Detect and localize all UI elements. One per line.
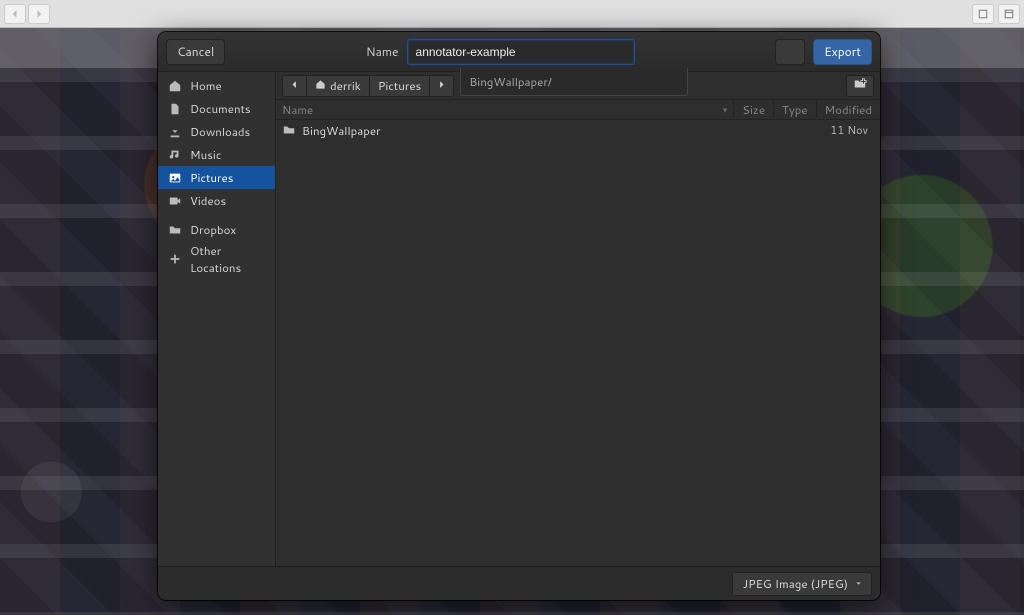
- chevron-left-icon: [289, 77, 300, 94]
- sidebar-item-label: Downloads: [190, 123, 250, 140]
- plus-icon: [168, 252, 182, 266]
- pathbar: derrik Pictures BingWallpaper/: [276, 72, 880, 100]
- sidebar-item-dropbox[interactable]: Dropbox: [158, 218, 275, 241]
- sidebar-item-videos[interactable]: Videos: [158, 189, 275, 212]
- chevron-down-icon: [854, 575, 863, 592]
- home-icon: [168, 79, 182, 93]
- path-back-button[interactable]: [283, 76, 307, 96]
- list-header: Name ▾ Size Type Modified: [276, 100, 880, 120]
- sidebar-item-label: Home: [190, 77, 222, 94]
- format-selector[interactable]: JPEG Image (JPEG): [732, 572, 872, 596]
- column-type[interactable]: Type: [773, 101, 816, 118]
- new-folder-button[interactable]: [846, 75, 874, 97]
- file-list-panel: derrik Pictures BingWallpaper/ Name: [276, 72, 880, 566]
- file-save-dialog: Cancel Name Export Home Documents Downlo…: [158, 32, 880, 600]
- sort-indicator-icon: ▾: [723, 103, 728, 116]
- format-label: JPEG Image (JPEG): [743, 575, 848, 592]
- column-modified[interactable]: Modified: [816, 101, 880, 118]
- sidebar-item-home[interactable]: Home: [158, 74, 275, 97]
- sidebar-item-other-locations[interactable]: Other Locations: [158, 247, 275, 270]
- list-item[interactable]: BingWallpaper 11 Nov: [276, 120, 880, 140]
- path-segment-label: Pictures: [378, 77, 421, 94]
- file-modified: 11 Nov: [830, 122, 874, 138]
- export-button[interactable]: Export: [813, 39, 872, 65]
- cancel-button[interactable]: Cancel: [166, 39, 225, 65]
- sidebar-item-pictures[interactable]: Pictures: [158, 166, 275, 189]
- column-size[interactable]: Size: [733, 101, 773, 118]
- folder-icon: [282, 123, 296, 137]
- window-action-1[interactable]: [972, 4, 994, 24]
- filename-input[interactable]: [407, 39, 635, 65]
- dialog-footer: JPEG Image (JPEG): [158, 566, 880, 600]
- file-name: BingWallpaper: [302, 122, 830, 139]
- home-icon: [315, 77, 326, 94]
- path-forward-button[interactable]: [430, 76, 453, 96]
- back-button[interactable]: [4, 4, 26, 24]
- sidebar-item-downloads[interactable]: Downloads: [158, 120, 275, 143]
- column-name[interactable]: Name: [282, 101, 313, 118]
- path-segment-pictures[interactable]: Pictures: [370, 76, 430, 96]
- name-label: Name: [366, 43, 399, 60]
- chevron-right-icon: [436, 77, 447, 94]
- filename-suggestion[interactable]: BingWallpaper/: [460, 68, 688, 96]
- search-button[interactable]: [775, 39, 805, 65]
- documents-icon: [168, 102, 182, 116]
- pictures-icon: [168, 171, 182, 185]
- videos-icon: [168, 194, 182, 208]
- places-sidebar: Home Documents Downloads Music Pictures …: [158, 72, 276, 566]
- sidebar-item-label: Dropbox: [190, 221, 236, 238]
- sidebar-item-label: Music: [190, 146, 221, 163]
- window-top-toolbar: [0, 0, 1024, 28]
- file-list[interactable]: BingWallpaper 11 Nov: [276, 120, 880, 566]
- download-icon: [168, 125, 182, 139]
- window-action-2[interactable]: [998, 4, 1020, 24]
- dialog-headerbar: Cancel Name Export: [158, 32, 880, 72]
- music-icon: [168, 148, 182, 162]
- sidebar-item-music[interactable]: Music: [158, 143, 275, 166]
- sidebar-item-label: Other Locations: [190, 242, 265, 276]
- forward-button[interactable]: [28, 4, 50, 24]
- new-folder-icon: [853, 77, 867, 95]
- folder-icon: [168, 223, 182, 237]
- sidebar-item-label: Documents: [190, 100, 251, 117]
- path-segment-label: derrik: [330, 77, 361, 94]
- sidebar-item-documents[interactable]: Documents: [158, 97, 275, 120]
- sidebar-item-label: Videos: [190, 192, 226, 209]
- path-segment-home[interactable]: derrik: [307, 76, 370, 96]
- sidebar-item-label: Pictures: [190, 169, 233, 186]
